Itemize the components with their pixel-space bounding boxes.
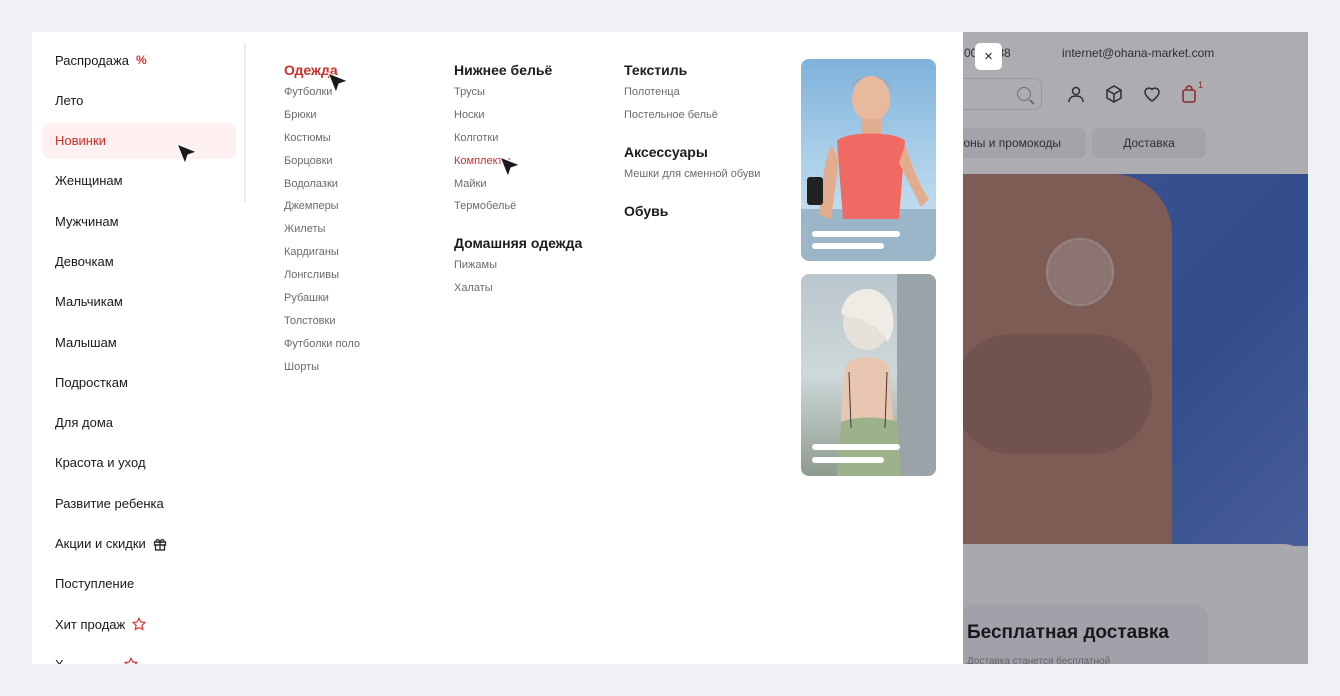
promo-caption-bar: [812, 444, 900, 450]
subcategory-link[interactable]: Майки: [454, 177, 582, 200]
sidebar-item-label: Хит продаж: [55, 616, 126, 632]
cursor-icon: [326, 71, 350, 95]
cursor-icon: [498, 155, 522, 179]
sidebar-item-label: Х: [55, 657, 64, 664]
sidebar-item-development[interactable]: Развитие ребенка: [42, 485, 236, 521]
promo-caption-bar: [812, 243, 884, 249]
subcategory-link[interactable]: Полотенца: [624, 85, 760, 108]
sidebar-item-label: Малышам: [55, 334, 117, 350]
category-heading-shoes[interactable]: Обувь: [624, 203, 760, 219]
sidebar-item-label: Лето: [55, 92, 84, 108]
subcategory-link[interactable]: Брюки: [284, 108, 360, 131]
subcategory-link[interactable]: Лонгсливы: [284, 268, 360, 291]
subcategory-link[interactable]: Халаты: [454, 281, 582, 304]
sidebar-item-label: Красота и уход: [55, 455, 146, 471]
promo-caption-bar: [812, 231, 900, 237]
promo-image-dress[interactable]: [801, 274, 936, 476]
sidebar-item-sale[interactable]: Распродажа%: [42, 42, 236, 78]
sidebar-item-label: Поступление: [55, 576, 135, 592]
star-icon: [123, 657, 138, 664]
sidebar-item-babies[interactable]: Малышам: [42, 324, 236, 360]
close-button[interactable]: ×: [975, 43, 1002, 70]
sidebar-item-girls[interactable]: Девочкам: [42, 243, 236, 279]
sidebar-item-summer[interactable]: Лето: [42, 82, 236, 118]
subcategory-link[interactable]: Жилеты: [284, 222, 360, 245]
category-heading-underwear[interactable]: Нижнее бельё: [454, 62, 582, 78]
subcategory-link[interactable]: Футболки поло: [284, 337, 360, 360]
sidebar-divider: [244, 44, 246, 202]
subcategory-link[interactable]: Носки: [454, 108, 582, 131]
subcategory-link[interactable]: Костюмы: [284, 131, 360, 154]
sidebar-item-label: Девочкам: [55, 253, 114, 269]
sidebar-item-boys[interactable]: Мальчикам: [42, 284, 236, 320]
subcategory-link[interactable]: Трусы: [454, 85, 582, 108]
sidebar-item-partial[interactable]: Х: [42, 646, 236, 664]
column-clothing: Одежда Футболки Брюки Костюмы Борцовки В…: [284, 62, 360, 383]
subcategory-link[interactable]: Шорты: [284, 360, 360, 383]
sidebar-item-new[interactable]: Новинки: [42, 122, 236, 159]
subcategory-link[interactable]: Пижамы: [454, 258, 582, 281]
category-heading-homewear[interactable]: Домашняя одежда: [454, 235, 582, 251]
subcategory-link[interactable]: Джемперы: [284, 199, 360, 222]
subcategory-link[interactable]: Термобельё: [454, 199, 582, 222]
sidebar-item-beauty[interactable]: Красота и уход: [42, 445, 236, 481]
promo-image-sport[interactable]: [801, 59, 936, 261]
category-heading-accessories[interactable]: Аксессуары: [624, 144, 760, 160]
catalog-menu: Распродажа% Лето Новинки Женщинам Мужчин…: [32, 32, 963, 664]
sidebar-item-home[interactable]: Для дома: [42, 405, 236, 441]
cursor-icon: [175, 142, 199, 166]
subcategory-link[interactable]: Водолазки: [284, 177, 360, 200]
percent-icon: %: [135, 53, 147, 67]
gift-icon: [153, 538, 166, 551]
subcategory-link[interactable]: Мешки для сменной обуви: [624, 167, 760, 190]
subcategory-link[interactable]: Рубашки: [284, 291, 360, 314]
sidebar-item-arrivals[interactable]: Поступление: [42, 566, 236, 602]
star-icon: [132, 617, 147, 631]
sidebar-item-promotions[interactable]: Акции и скидки: [42, 526, 236, 562]
sidebar-item-teens[interactable]: Подросткам: [42, 364, 236, 400]
sidebar-item-label: Новинки: [55, 133, 106, 149]
promo-caption-bar: [812, 457, 884, 463]
column-textile: Текстиль Полотенца Постельное бельё Аксе…: [624, 62, 760, 226]
sidebar-item-label: Распродажа: [55, 52, 129, 68]
sidebar-item-label: Женщинам: [55, 173, 123, 189]
sidebar-item-label: Для дома: [55, 415, 114, 431]
sidebar-item-label: Развитие ребенка: [55, 495, 164, 511]
subcategory-link[interactable]: Колготки: [454, 131, 582, 154]
sidebar-item-label: Подросткам: [55, 374, 128, 390]
sidebar-item-bestsellers[interactable]: Хит продаж: [42, 606, 236, 642]
column-underwear: Нижнее бельё Трусы Носки Колготки Компле…: [454, 62, 582, 304]
sidebar-item-label: Мальчикам: [55, 294, 123, 310]
sidebar-item-men[interactable]: Мужчинам: [42, 203, 236, 239]
sidebar-item-label: Мужчинам: [55, 213, 119, 229]
subcategory-link[interactable]: Борцовки: [284, 154, 360, 177]
subcategory-link[interactable]: Толстовки: [284, 314, 360, 337]
subcategory-link[interactable]: Постельное бельё: [624, 108, 760, 131]
subcategory-link[interactable]: Кардиганы: [284, 245, 360, 268]
sidebar-item-women[interactable]: Женщинам: [42, 163, 236, 199]
sidebar-item-label: Акции и скидки: [55, 536, 146, 552]
sidebar: Распродажа% Лето Новинки Женщинам Мужчин…: [42, 42, 236, 664]
category-heading-textile[interactable]: Текстиль: [624, 62, 760, 78]
